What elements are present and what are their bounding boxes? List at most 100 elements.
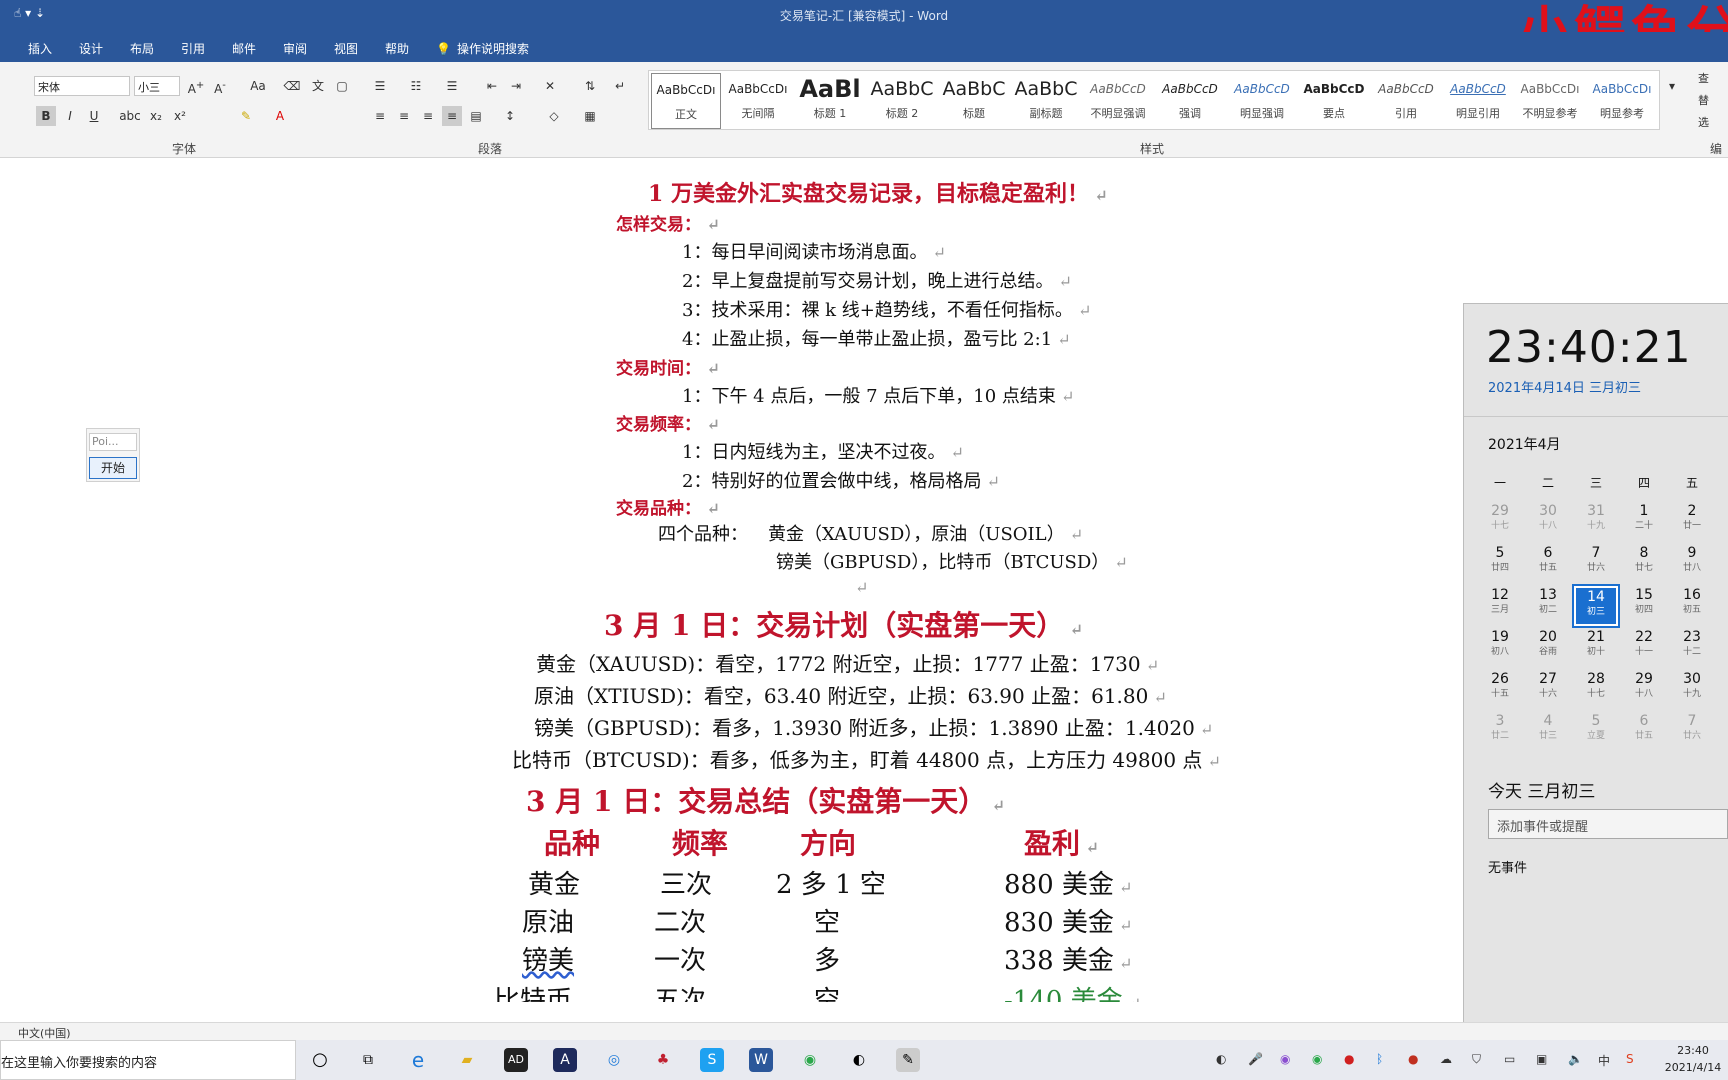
style-strong[interactable]: AaBbCcD 要点 (1299, 73, 1369, 129)
sort-icon[interactable]: ⇅ (580, 76, 600, 96)
style-heading-1[interactable]: AaBl 标题 1 (795, 73, 865, 129)
calendar-day[interactable]: 29 十七 (1478, 502, 1522, 542)
tab-review[interactable]: 审阅 (283, 40, 307, 57)
skype-icon[interactable]: S (700, 1048, 724, 1072)
tab-view[interactable]: 视图 (334, 40, 358, 57)
line-spacing-icon[interactable]: ↕ (500, 106, 520, 126)
style-normal[interactable]: AaBbCcDı 正文 (651, 73, 721, 129)
strikethrough-icon[interactable]: abc (118, 106, 142, 126)
style-intense-quote[interactable]: AaBbCcD 明显引用 (1443, 73, 1513, 129)
editing-tools[interactable]: 查 替 选 (1698, 68, 1709, 134)
phonetic-guide-icon[interactable]: 文 (308, 76, 328, 96)
calendar-month[interactable]: 2021年4月 (1488, 434, 1561, 454)
style-subtle-reference[interactable]: AaBbCcDı 不明显参考 (1515, 73, 1585, 129)
calendar-day[interactable]: 5 立夏 (1574, 712, 1618, 752)
ime-icon[interactable]: 中 (1598, 1052, 1610, 1069)
tab-layout[interactable]: 布局 (130, 40, 154, 57)
calendar-day[interactable]: 19 初八 (1478, 628, 1522, 668)
calendar-day[interactable]: 2 廿一 (1670, 502, 1714, 542)
calendar-day[interactable]: 1 二十 (1622, 502, 1666, 542)
font-size-select[interactable]: 小三 (134, 76, 180, 96)
word-icon[interactable]: W (749, 1048, 773, 1072)
borders-icon[interactable]: ▦ (580, 106, 600, 126)
calendar-day[interactable]: 20 谷雨 (1526, 628, 1570, 668)
shading-icon[interactable]: ◇ (544, 106, 564, 126)
style-subtitle[interactable]: AaBbC 副标题 (1011, 73, 1081, 129)
calendar-day[interactable]: 30 十八 (1526, 502, 1570, 542)
calendar-day[interactable]: 16 初五 (1670, 586, 1714, 626)
microphone-icon[interactable]: 🎤 (1248, 1052, 1263, 1066)
tray-obs-icon[interactable]: ◐ (1216, 1052, 1226, 1066)
calendar-day[interactable]: 7 廿六 (1670, 712, 1714, 752)
style-intense-reference[interactable]: AaBbCcDı 明显参考 (1587, 73, 1657, 129)
bluetooth-icon[interactable]: ᛒ (1376, 1052, 1383, 1066)
calendar-day[interactable]: 4 廿三 (1526, 712, 1570, 752)
calendar-day[interactable]: 31 十九 (1574, 502, 1618, 542)
tray-wechat-icon[interactable]: ◉ (1312, 1052, 1322, 1066)
font-name-select[interactable]: 宋体 (34, 76, 130, 96)
tab-help[interactable]: 帮助 (385, 40, 409, 57)
underline-icon[interactable]: U (84, 106, 104, 126)
align-center-icon[interactable]: ≡ (394, 106, 414, 126)
add-event-input[interactable]: 添加事件或提醒 (1488, 809, 1728, 839)
tray-red-icon[interactable]: ● (1344, 1052, 1354, 1066)
calendar-day[interactable]: 6 廿五 (1622, 712, 1666, 752)
task-view-icon[interactable]: ⧉ (356, 1048, 380, 1072)
bullets-icon[interactable]: ☰ (370, 76, 390, 96)
calendar-day[interactable]: 26 十五 (1478, 670, 1522, 710)
style-intense-emphasis[interactable]: AaBbCcD 明显强调 (1227, 73, 1297, 129)
document-page[interactable]: 1 万美金外汇实盘交易记录，目标稳定盈利！ ↵ 怎样交易： ↵ 1：每日早间阅读… (0, 158, 1465, 1002)
increase-indent-icon[interactable]: ⇥ (506, 76, 526, 96)
italic-icon[interactable]: I (60, 106, 80, 126)
tab-design[interactable]: 设计 (79, 40, 103, 57)
styles-scroll-icon[interactable]: ▾ (1662, 76, 1682, 96)
clear-format-icon[interactable]: ⌫ (282, 76, 302, 96)
calendar-day[interactable]: 13 初二 (1526, 586, 1570, 626)
multilevel-list-icon[interactable]: ☰ (442, 76, 462, 96)
tell-me-search[interactable]: 💡 操作说明搜索 (436, 40, 529, 57)
tray-app-icon[interactable]: ◉ (1280, 1052, 1290, 1066)
char-border-icon[interactable]: ▢ (332, 76, 352, 96)
shrink-font-icon[interactable]: A- (210, 76, 230, 96)
clock-date-link[interactable]: 2021年4月14日 三月初三 (1488, 377, 1641, 396)
calendar-day[interactable]: 3 廿二 (1478, 712, 1522, 752)
recorder-input[interactable]: Poi... (89, 433, 137, 451)
app-icon-game[interactable]: ♣ (651, 1048, 675, 1072)
find-label[interactable]: 查 (1698, 72, 1709, 85)
replace-label[interactable]: 替 (1698, 94, 1709, 107)
bold-icon[interactable]: B (36, 106, 56, 126)
app-icon-a[interactable]: A (553, 1048, 577, 1072)
calendar-day[interactable]: 30 十九 (1670, 670, 1714, 710)
calendar-day[interactable]: 29 十八 (1622, 670, 1666, 710)
tray-app2-icon[interactable]: ● (1408, 1052, 1418, 1066)
obs-icon[interactable]: ◐ (847, 1048, 871, 1072)
style-heading-2[interactable]: AaBbC 标题 2 (867, 73, 937, 129)
tray-cloud-icon[interactable]: ☁ (1440, 1052, 1452, 1066)
tab-insert[interactable]: 插入 (28, 40, 52, 57)
highlight-icon[interactable]: ✎ (236, 106, 256, 126)
style-subtle-emphasis[interactable]: AaBbCcD 不明显强调 (1083, 73, 1153, 129)
calendar-day[interactable]: 27 十六 (1526, 670, 1570, 710)
calendar-day[interactable]: 5 廿四 (1478, 544, 1522, 584)
calendar-day[interactable]: 6 廿五 (1526, 544, 1570, 584)
style-title[interactable]: AaBbC 标题 (939, 73, 1009, 129)
align-left-icon[interactable]: ≡ (370, 106, 390, 126)
paint-icon[interactable]: ✎ (896, 1048, 920, 1072)
taskbar-clock[interactable]: 23:40 2021/4/14 (1660, 1042, 1726, 1076)
network-icon[interactable]: ▣ (1536, 1052, 1547, 1066)
numbering-icon[interactable]: ☷ (406, 76, 426, 96)
select-label[interactable]: 选 (1698, 116, 1709, 129)
chinese-layout-icon[interactable]: ✕ (540, 76, 560, 96)
decrease-indent-icon[interactable]: ⇤ (482, 76, 502, 96)
calendar-day[interactable]: 12 三月 (1478, 586, 1522, 626)
superscript-icon[interactable]: x² (170, 106, 190, 126)
style-no-spacing[interactable]: AaBbCcDı 无间隔 (723, 73, 793, 129)
calendar-day[interactable]: 8 廿七 (1622, 544, 1666, 584)
volume-icon[interactable]: 🔈 (1568, 1052, 1583, 1066)
cortana-icon[interactable]: ○ (308, 1048, 332, 1072)
battery-icon[interactable]: ▭ (1504, 1052, 1515, 1066)
app-icon-ad[interactable]: AD (504, 1048, 528, 1072)
distributed-icon[interactable]: ▤ (466, 106, 486, 126)
justify-icon[interactable]: ≡ (442, 106, 462, 126)
subscript-icon[interactable]: x₂ (146, 106, 166, 126)
